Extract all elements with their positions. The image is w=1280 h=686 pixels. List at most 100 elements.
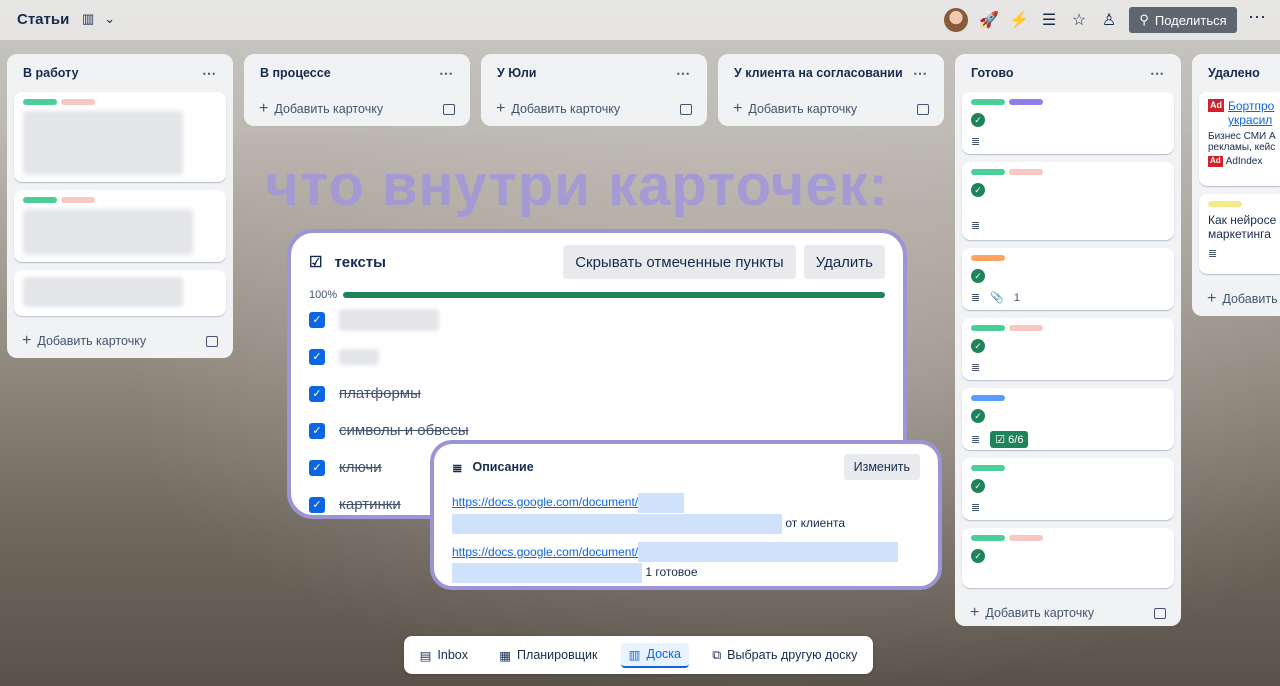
list-card[interactable]: ✓ ≣ bbox=[962, 458, 1174, 520]
visibility-icon[interactable]: ♙ bbox=[1098, 9, 1120, 31]
checkbox[interactable]: ✓ bbox=[309, 348, 325, 365]
checklist-title[interactable]: тексты bbox=[334, 254, 386, 271]
card-link-title[interactable]: Бортпро украсил bbox=[1228, 99, 1276, 127]
list-card[interactable]: ✓ ≣ bbox=[962, 162, 1174, 240]
list-menu-icon[interactable]: ⋯ bbox=[202, 65, 217, 82]
card-text: Бизнес СМИ А рекламы, кейс bbox=[1208, 131, 1276, 153]
list-card[interactable]: ✓ ≣ bbox=[962, 92, 1174, 154]
progress-percent: 100% bbox=[309, 289, 338, 301]
plus-icon: + bbox=[22, 332, 32, 349]
list-card[interactable] bbox=[14, 270, 226, 316]
plus-icon: + bbox=[496, 100, 506, 117]
filter-icon[interactable]: ☰ bbox=[1038, 9, 1060, 31]
progress-bar bbox=[343, 292, 885, 298]
list-title[interactable]: В работу bbox=[23, 66, 79, 80]
hide-checked-button[interactable]: Скрывать отмеченные пункты bbox=[563, 245, 796, 279]
checklist-item[interactable]: ✓ платформы bbox=[309, 375, 885, 412]
adindex-logo-icon: Ad bbox=[1208, 156, 1223, 167]
checkbox[interactable]: ✓ bbox=[309, 385, 325, 402]
description-icon: ≣ bbox=[971, 292, 981, 304]
checklist-item-text: платформы bbox=[339, 385, 421, 402]
list-card[interactable]: ✓ bbox=[962, 528, 1174, 588]
checkbox[interactable]: ✓ bbox=[309, 311, 325, 328]
delete-checklist-button[interactable]: Удалить bbox=[803, 245, 885, 279]
description-icon: ≣ bbox=[971, 136, 981, 148]
list-menu-icon[interactable]: ⋯ bbox=[676, 65, 691, 82]
list-card[interactable] bbox=[14, 190, 226, 262]
star-icon[interactable]: ☆ bbox=[1068, 9, 1090, 31]
description-icon: ≣ bbox=[971, 220, 981, 232]
calendar-icon: ▦ bbox=[499, 648, 512, 663]
list-menu-icon[interactable]: ⋯ bbox=[439, 65, 454, 82]
checkbox[interactable]: ✓ bbox=[309, 459, 325, 476]
checkbox[interactable]: ✓ bbox=[309, 422, 325, 439]
complete-icon: ✓ bbox=[971, 478, 985, 493]
add-card-button[interactable]: + Добавить карточку bbox=[488, 92, 700, 126]
list-title[interactable]: У клиента на согласовании bbox=[734, 66, 903, 80]
card-template-icon[interactable] bbox=[206, 335, 218, 347]
description-panel: ≣ Описание Изменить https://docs.google.c… bbox=[430, 440, 942, 590]
list-title[interactable]: Готово bbox=[971, 66, 1014, 80]
checkbox[interactable]: ✓ bbox=[309, 496, 325, 513]
view-switcher[interactable]: ▥ ⌄ bbox=[82, 11, 115, 27]
card-template-icon[interactable] bbox=[1154, 607, 1166, 619]
description-icon: ≣ bbox=[971, 502, 981, 514]
list-u-yuli: У Юли ⋯ + Добавить карточку bbox=[481, 54, 707, 126]
edit-description-button[interactable]: Изменить bbox=[843, 454, 920, 480]
checklist-item[interactable]: ✓ bbox=[309, 301, 885, 338]
complete-icon: ✓ bbox=[971, 548, 985, 563]
doc-link[interactable]: https://docs.google.com/document/ bbox=[452, 495, 638, 509]
share-button[interactable]: ⚲ Поделиться bbox=[1129, 7, 1237, 33]
list-card[interactable]: ✓ ≣ ☑ 6/6 bbox=[962, 388, 1174, 450]
list-card[interactable]: ✓ ≣ 📎 1 bbox=[962, 248, 1174, 310]
list-title[interactable]: В процессе bbox=[260, 66, 331, 80]
complete-icon: ✓ bbox=[971, 268, 985, 283]
list-card[interactable] bbox=[14, 92, 226, 182]
card-template-icon[interactable] bbox=[443, 103, 455, 115]
avatar[interactable] bbox=[944, 8, 968, 32]
description-line: https://docs.google.com/document/ 1 гото… bbox=[452, 542, 920, 584]
progress-fill bbox=[343, 292, 885, 298]
checklist-item[interactable]: ✓ bbox=[309, 338, 885, 375]
description-line: https://docs.google.com/document/ от кли… bbox=[452, 492, 920, 534]
add-member-icon: ⚲ bbox=[1139, 12, 1149, 27]
add-card-button[interactable]: + Добавить карточку bbox=[14, 324, 226, 358]
add-card-button[interactable]: + Добавить карточку bbox=[725, 92, 937, 126]
adindex-logo-icon: Ad bbox=[1208, 99, 1224, 112]
more-menu-icon[interactable]: ⋯ bbox=[1246, 8, 1268, 31]
board-header: Статьи ▥ ⌄ 🚀 ⚡ ☰ ☆ ♙ ⚲ Поделиться ⋯ bbox=[0, 0, 1280, 40]
complete-icon: ✓ bbox=[971, 338, 985, 353]
checklist-badge: ☑ 6/6 bbox=[990, 431, 1029, 448]
list-title[interactable]: У Юли bbox=[497, 66, 536, 80]
switch-board-icon: ⧉ bbox=[712, 647, 722, 662]
list-udaleno: Удалено Ad Бортпро украсил Бизнес СМИ А … bbox=[1192, 54, 1280, 316]
doc-link[interactable]: https://docs.google.com/document/ bbox=[452, 545, 638, 559]
list-card[interactable]: Как нейросе маркетинга ≣ bbox=[1199, 194, 1280, 274]
add-card-button[interactable]: + Добавить карточку bbox=[251, 92, 463, 126]
nav-board[interactable]: ▥ Доска bbox=[620, 642, 689, 668]
list-title[interactable]: Удалено bbox=[1208, 66, 1260, 80]
nav-inbox[interactable]: ▤ Inbox bbox=[412, 644, 476, 667]
card-text: Как нейросе маркетинга bbox=[1208, 213, 1277, 241]
attachment-icon: 📎 bbox=[990, 292, 1004, 304]
list-card[interactable]: ✓ ≣ bbox=[962, 318, 1174, 380]
overlay-title: что внутри карточек: bbox=[265, 153, 889, 218]
bottom-navigation: ▤ Inbox ▦ Планировщик ▥ Доска ⧉ Выбрать друг… bbox=[404, 636, 873, 674]
list-menu-icon[interactable]: ⋯ bbox=[1150, 65, 1165, 82]
checklist-item-text: картинки bbox=[339, 496, 401, 513]
checklist-item-text: символы и обвесы bbox=[339, 422, 469, 439]
list-menu-icon[interactable]: ⋯ bbox=[913, 65, 928, 82]
chevron-down-icon: ⌄ bbox=[104, 11, 116, 26]
add-card-button[interactable]: + Добавить карточку bbox=[962, 596, 1174, 630]
nav-switch-board[interactable]: ⧉ Выбрать другую доску bbox=[704, 644, 865, 667]
nav-planner[interactable]: ▦ Планировщик bbox=[491, 644, 605, 667]
card-template-icon[interactable] bbox=[680, 103, 692, 115]
card-template-icon[interactable] bbox=[917, 103, 929, 115]
automation-icon[interactable]: ⚡ bbox=[1008, 9, 1030, 31]
power-ups-icon[interactable]: 🚀 bbox=[978, 9, 1000, 31]
add-card-button[interactable]: + Добавить bbox=[1199, 282, 1280, 316]
list-card[interactable]: Ad Бортпро украсил Бизнес СМИ А рекламы,… bbox=[1199, 92, 1280, 186]
board-title[interactable]: Статьи bbox=[17, 11, 69, 28]
list-u-klienta: У клиента на согласовании ⋯ + Добавить кар… bbox=[718, 54, 944, 126]
description-icon: ≣ bbox=[971, 362, 981, 374]
